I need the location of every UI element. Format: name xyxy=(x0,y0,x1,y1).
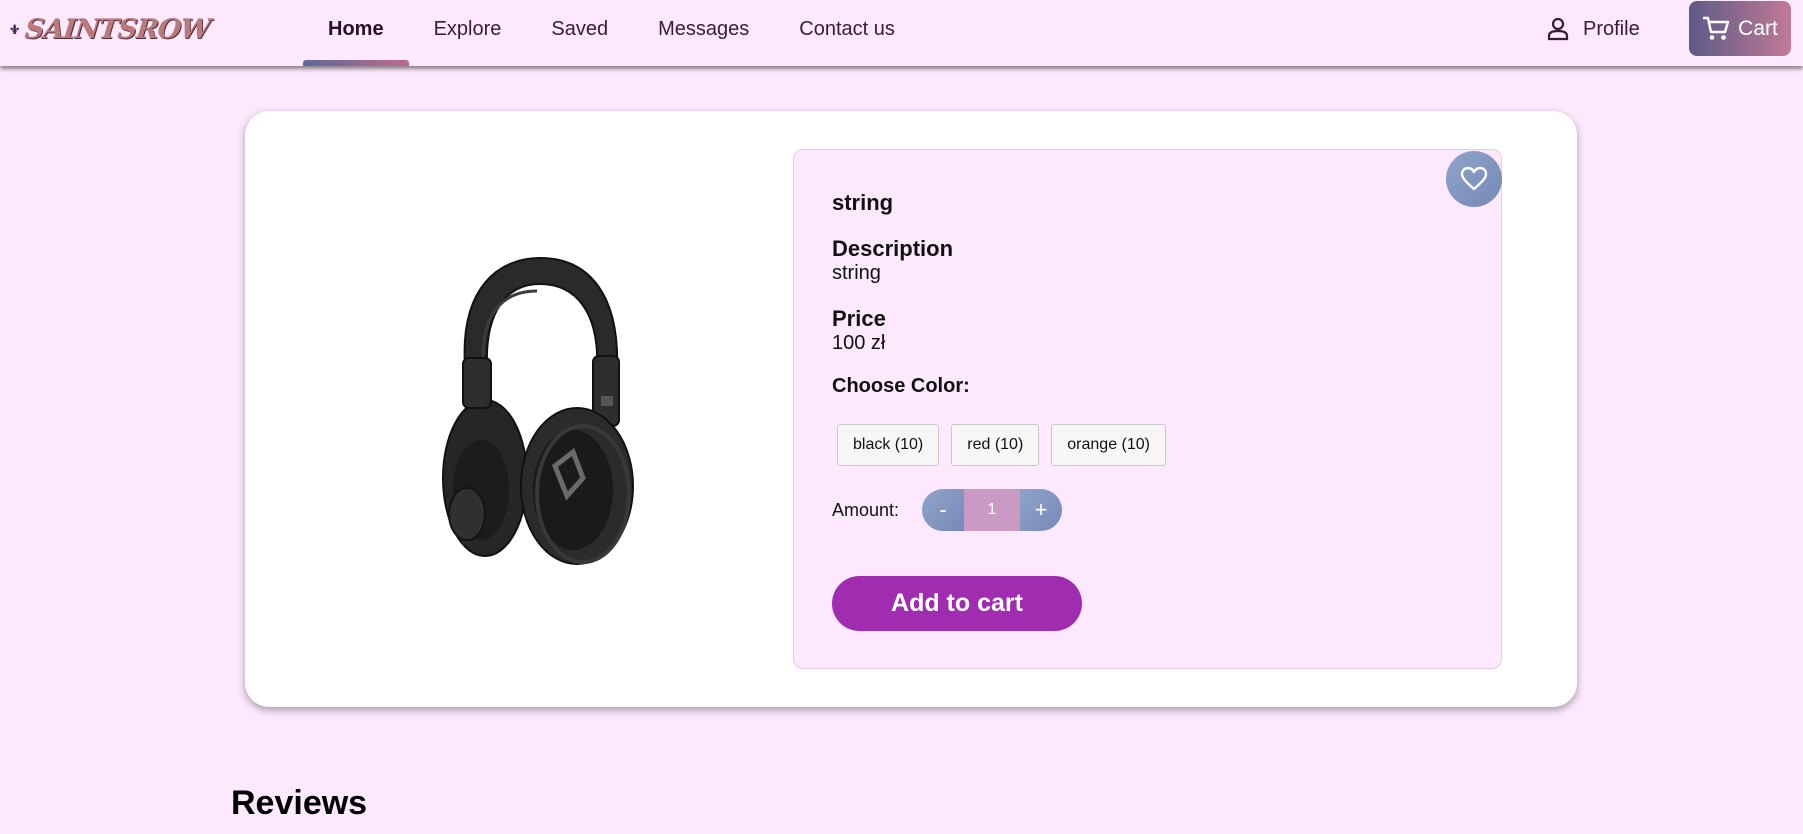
amount-label: Amount: xyxy=(832,500,900,520)
headphones-image xyxy=(442,256,634,565)
increment-button[interactable]: + xyxy=(1020,489,1062,531)
color-options: black (10) red (10) orange (10) xyxy=(837,424,1166,466)
site-logo[interactable]: SAINTSROW xyxy=(10,0,212,58)
product-card: string Description string Price 100 zł C… xyxy=(245,111,1577,707)
nav-messages[interactable]: Messages xyxy=(633,0,774,58)
quantity-value[interactable]: 1 xyxy=(964,489,1020,531)
product-name: string xyxy=(832,190,894,215)
color-option-red[interactable]: red (10) xyxy=(951,424,1040,466)
description-label: Description xyxy=(832,236,954,261)
choose-color-label: Choose Color: xyxy=(832,375,970,397)
quantity-stepper: - 1 + xyxy=(922,489,1062,531)
nav-contact-us[interactable]: Contact us xyxy=(774,0,920,58)
product-info-panel: string Description string Price 100 zł C… xyxy=(793,149,1502,669)
favorite-button[interactable] xyxy=(1446,151,1502,207)
nav-explore[interactable]: Explore xyxy=(409,0,527,58)
price-value: 100 zł xyxy=(832,332,886,354)
cart-icon xyxy=(1703,16,1730,40)
cart-button[interactable]: Cart xyxy=(1689,1,1791,56)
heart-icon xyxy=(1460,166,1488,191)
description-text: string xyxy=(832,262,881,284)
fleur-de-lis-icon xyxy=(10,23,19,34)
color-option-black[interactable]: black (10) xyxy=(837,424,940,466)
product-image xyxy=(405,246,645,576)
add-to-cart-button[interactable]: Add to cart xyxy=(832,576,1082,631)
main-nav: Home Explore Saved Messages Contact us xyxy=(303,0,920,66)
top-navbar: SAINTSROW Home Explore Saved Messages Co… xyxy=(0,0,1803,66)
price-label: Price xyxy=(832,306,886,331)
logo-text: SAINTSROW xyxy=(23,13,212,45)
nav-home[interactable]: Home xyxy=(303,0,409,66)
nav-saved[interactable]: Saved xyxy=(526,0,633,58)
reviews-heading: Reviews xyxy=(231,784,368,822)
cart-label: Cart xyxy=(1738,16,1778,40)
profile-link[interactable]: Profile xyxy=(1547,13,1640,45)
profile-label: Profile xyxy=(1583,17,1640,40)
person-icon xyxy=(1547,17,1569,41)
decrement-button[interactable]: - xyxy=(922,489,964,531)
color-option-orange[interactable]: orange (10) xyxy=(1051,424,1166,466)
